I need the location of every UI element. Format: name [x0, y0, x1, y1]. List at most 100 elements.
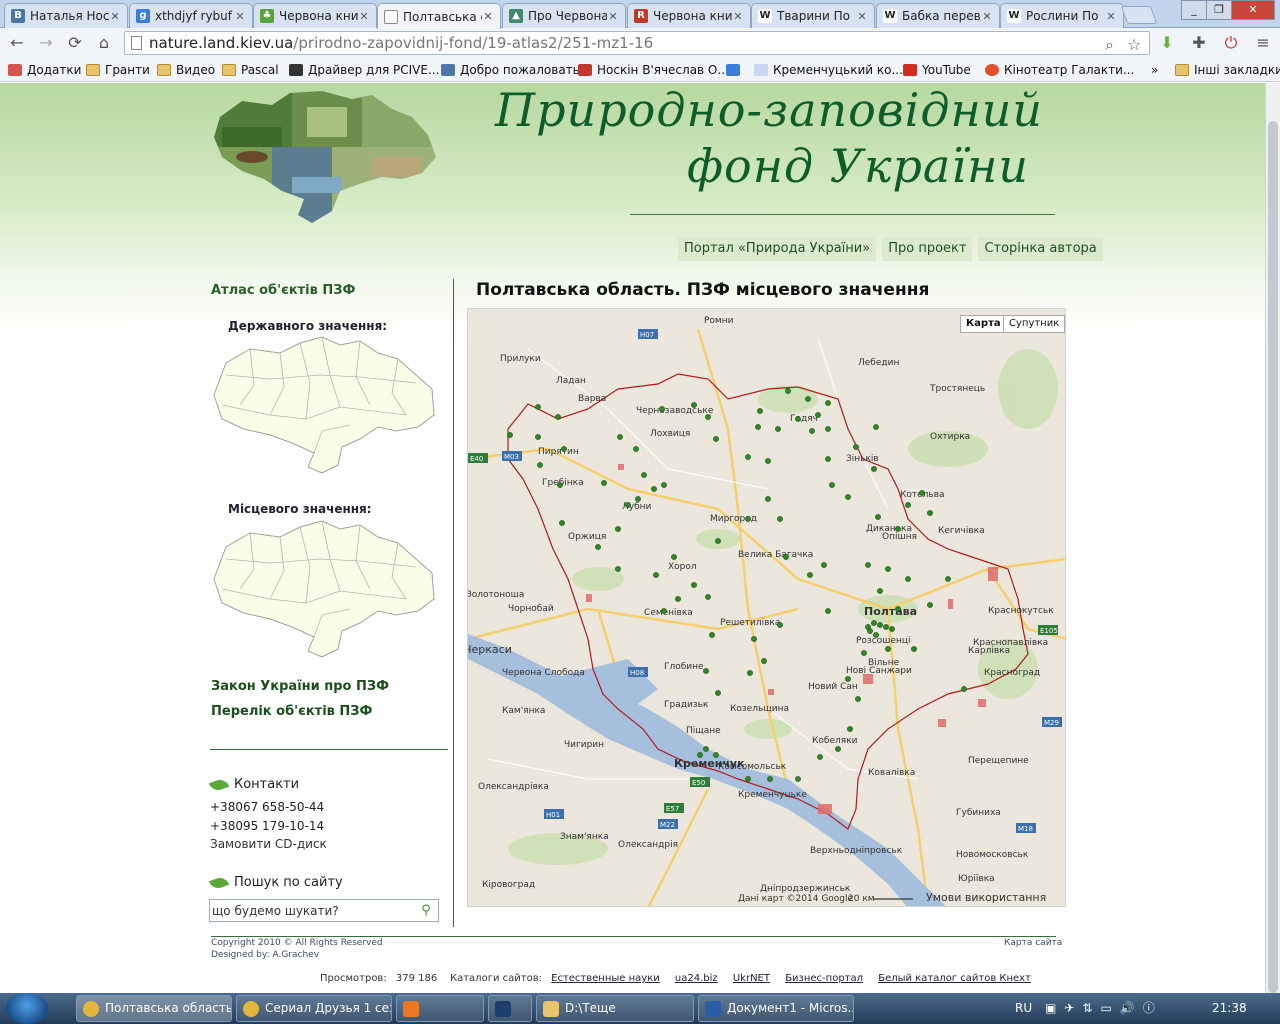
- google-map[interactable]: Ромни Прилуки Ладан Варва Чернозаводське Лохв…: [467, 308, 1066, 907]
- home-button[interactable]: ⌂: [93, 32, 115, 54]
- tab-close-icon[interactable]: ✕: [109, 10, 121, 23]
- pzf-object-marker[interactable]: [877, 588, 883, 594]
- map-canvas[interactable]: Ромни Прилуки Ладан Варва Чернозаводське Лохв…: [468, 309, 1066, 907]
- puzzle-extension-icon[interactable]: ✚: [1188, 32, 1210, 54]
- tab[interactable]: Полтавська о ✕: [377, 3, 501, 29]
- pzf-object-marker[interactable]: [817, 754, 823, 760]
- pzf-object-marker[interactable]: [853, 444, 859, 450]
- pzf-object-marker[interactable]: [825, 608, 831, 614]
- nav-author-link[interactable]: Сторінка автора: [978, 237, 1103, 261]
- pzf-object-marker[interactable]: [795, 776, 801, 782]
- pzf-object-marker[interactable]: [745, 776, 751, 782]
- minimize-button[interactable]: _: [1181, 0, 1207, 20]
- taskbar-item[interactable]: D:\Теще: [536, 995, 694, 1022]
- sitemap-link[interactable]: Карта сайта: [1004, 938, 1062, 948]
- site-logo-ukraine-collage[interactable]: [212, 87, 440, 223]
- pzf-object-marker[interactable]: [661, 608, 667, 614]
- pzf-object-marker[interactable]: [709, 632, 715, 638]
- pzf-object-marker[interactable]: [747, 670, 753, 676]
- pzf-object-marker[interactable]: [905, 576, 911, 582]
- tab-close-icon[interactable]: ✕: [1105, 10, 1117, 23]
- catalog-link[interactable]: Естественные науки: [551, 973, 660, 984]
- pzf-object-marker[interactable]: [651, 486, 657, 492]
- pzf-object-marker[interactable]: [671, 554, 677, 560]
- pzf-object-marker[interactable]: [825, 426, 831, 432]
- tab-close-icon[interactable]: ✕: [856, 10, 868, 23]
- bookmark-item[interactable]: Pascal: [222, 62, 279, 78]
- forward-button[interactable]: →: [35, 32, 57, 54]
- pzf-object-marker[interactable]: [745, 516, 751, 522]
- pzf-object-marker[interactable]: [555, 414, 561, 420]
- pzf-object-marker[interactable]: [815, 412, 821, 418]
- map-terms-link[interactable]: Умови використання: [926, 891, 1046, 904]
- pzf-object-marker[interactable]: [661, 482, 667, 488]
- pzf-object-marker[interactable]: [537, 462, 543, 468]
- pzf-object-marker[interactable]: [691, 402, 697, 408]
- bookmark-item[interactable]: Драйвер для PCIVE...: [289, 62, 439, 78]
- tab-close-icon[interactable]: ✕: [482, 10, 494, 23]
- catalog-link[interactable]: Белый каталог сайтов Кнехт: [878, 973, 1031, 984]
- catalog-link[interactable]: Бизнес-портал: [785, 973, 863, 984]
- pzf-object-marker[interactable]: [601, 480, 607, 486]
- pzf-object-marker[interactable]: [691, 582, 697, 588]
- bookmark-item[interactable]: Додатки: [8, 62, 81, 78]
- law-link[interactable]: Закон України про ПЗФ: [211, 679, 389, 694]
- language-indicator[interactable]: RU: [1015, 993, 1032, 1024]
- map-type-map-button[interactable]: Карта: [960, 315, 1007, 333]
- pzf-object-marker[interactable]: [705, 594, 711, 600]
- pzf-object-marker[interactable]: [767, 776, 773, 782]
- tab-close-icon[interactable]: ✕: [358, 10, 370, 23]
- pzf-object-marker[interactable]: [919, 490, 925, 496]
- restore-button[interactable]: ❐: [1206, 0, 1232, 20]
- pzf-object-marker[interactable]: [765, 496, 771, 502]
- nav-portal-link[interactable]: Портал «Природа України»: [678, 237, 877, 261]
- pzf-object-marker[interactable]: [615, 526, 621, 532]
- pzf-object-marker[interactable]: [757, 408, 763, 414]
- pzf-object-marker[interactable]: [809, 428, 815, 434]
- tab[interactable]: В Наталья Нос ✕: [4, 3, 128, 28]
- new-tab-button[interactable]: [1120, 6, 1158, 24]
- search-icon[interactable]: ⚲: [417, 902, 435, 920]
- pzf-object-marker[interactable]: [751, 636, 757, 642]
- pzf-object-marker[interactable]: [865, 562, 871, 568]
- pzf-object-marker[interactable]: [945, 576, 951, 582]
- pzf-object-marker[interactable]: [927, 510, 933, 516]
- pzf-object-marker[interactable]: [845, 676, 851, 682]
- pzf-object-marker[interactable]: [847, 726, 853, 732]
- pzf-object-marker[interactable]: [911, 646, 917, 652]
- pzf-object-marker[interactable]: [507, 432, 513, 438]
- star-bookmark-icon[interactable]: ☆: [1127, 34, 1141, 56]
- pzf-object-marker[interactable]: [653, 572, 659, 578]
- map-type-satellite-button[interactable]: Супутник: [1003, 315, 1065, 333]
- address-bar[interactable]: nature.land.kiev.ua/prirodno-zapovidnij-…: [124, 31, 1150, 55]
- bookmark-item[interactable]: Кременчуцький ко...: [754, 62, 903, 78]
- bookmark-item[interactable]: Видео: [157, 62, 215, 78]
- pzf-object-marker[interactable]: [535, 434, 541, 440]
- tab[interactable]: R Червона кни ✕: [627, 3, 751, 28]
- tab[interactable]: g xthdjyf rybuf ✕: [129, 3, 253, 28]
- bookmark-item[interactable]: »: [1151, 62, 1158, 78]
- pzf-object-marker[interactable]: [745, 454, 751, 460]
- pzf-object-marker[interactable]: [895, 606, 901, 612]
- taskbar-item[interactable]: Сериал Друзья 1 сез...: [236, 995, 392, 1022]
- pzf-object-marker[interactable]: [615, 566, 621, 572]
- pzf-object-marker[interactable]: [783, 554, 789, 560]
- pzf-object-marker[interactable]: [761, 658, 767, 664]
- pzf-object-marker[interactable]: [889, 626, 895, 632]
- pzf-object-marker[interactable]: [805, 396, 811, 402]
- pzf-object-marker[interactable]: [871, 466, 877, 472]
- pzf-object-marker[interactable]: [703, 746, 709, 752]
- pzf-object-marker[interactable]: [561, 446, 567, 452]
- close-window-button[interactable]: ✕: [1231, 0, 1275, 20]
- pzf-object-marker[interactable]: [861, 650, 867, 656]
- page-scrollbar[interactable]: [1265, 83, 1280, 993]
- taskbar-item[interactable]: [488, 995, 532, 1022]
- tab-close-icon[interactable]: ✕: [732, 10, 744, 23]
- back-button[interactable]: ←: [6, 32, 28, 54]
- pzf-object-marker[interactable]: [825, 400, 831, 406]
- pzf-object-marker[interactable]: [765, 458, 771, 464]
- state-significance-map[interactable]: [210, 335, 436, 475]
- bookmark-item[interactable]: Кінотеатр Галакти...: [985, 62, 1134, 78]
- pzf-object-marker[interactable]: [559, 520, 565, 526]
- nav-about-link[interactable]: Про проект: [882, 237, 973, 261]
